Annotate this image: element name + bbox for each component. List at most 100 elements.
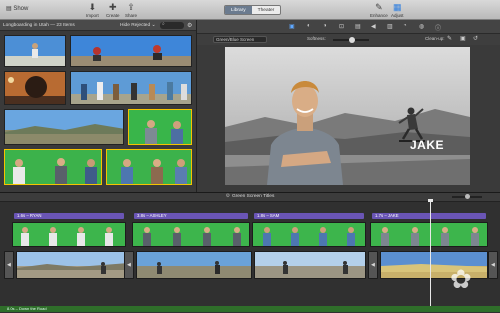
cleanup-label: Clean-up:: [425, 36, 445, 41]
gear-icon[interactable]: ⚙: [226, 194, 230, 199]
event-title: Longboarding in Utah — 23 Items: [3, 23, 75, 28]
browser-header: Longboarding in Utah — 23 Items Hide Rej…: [0, 20, 196, 31]
title-clip-label: 1.6s – RYAN: [17, 213, 42, 218]
overlay-clip-frames: [133, 223, 249, 246]
watermark-logo: ✿: [450, 264, 472, 294]
music-track[interactable]: 8.0s – Down the Road: [0, 306, 500, 312]
softness-slider-knob[interactable]: [349, 37, 355, 43]
clip-thumbnail-selected[interactable]: [128, 109, 192, 145]
tab-theater[interactable]: Theater: [251, 6, 281, 14]
title-clip[interactable]: 1.7s – JAKE: [372, 213, 486, 219]
clip-thumbnail[interactable]: [70, 71, 192, 105]
video-overlay-icon[interactable]: ▣: [289, 23, 295, 30]
clip-image: [5, 36, 65, 66]
import-label: Import: [86, 13, 99, 18]
video-clip[interactable]: [16, 251, 128, 279]
overlay-clip[interactable]: [132, 222, 250, 247]
clip-image: [107, 150, 191, 184]
video-preview[interactable]: JAKE: [225, 47, 470, 185]
playhead[interactable]: [428, 199, 433, 309]
clip-thumbnail[interactable]: [70, 35, 192, 67]
stabilization-icon[interactable]: ▤: [355, 23, 361, 30]
transition-marker[interactable]: ◀: [4, 251, 14, 279]
timeline: ⚙ Green Screen Titles 1.6s – RYAN 3.8s – …: [0, 192, 500, 313]
color-correction-icon[interactable]: ◑: [323, 23, 327, 29]
library-theater-switch: Library Theater: [224, 5, 282, 15]
crop-frame-icon[interactable]: ▣: [460, 35, 466, 42]
title-clip[interactable]: 1.6s – RYAN: [14, 213, 124, 219]
enhance-label: Enhance: [370, 13, 388, 18]
import-icon: ⬇: [88, 2, 97, 12]
reset-icon[interactable]: ↺: [473, 35, 478, 42]
softness-label: Softness:: [307, 36, 326, 41]
info-icon[interactable]: ⓘ: [435, 23, 441, 32]
eraser-icon[interactable]: ✎: [447, 35, 452, 42]
transition-marker[interactable]: ◀: [124, 251, 134, 279]
video-clip-frames: [381, 252, 487, 278]
title-caption: JAKE: [410, 138, 445, 152]
video-clip[interactable]: [136, 251, 252, 279]
title-clip-label: 1.7s – JAKE: [375, 213, 399, 218]
create-button[interactable]: ✚ Create: [106, 2, 120, 18]
overlay-clip-frames: [13, 223, 125, 246]
transition-icon: ◀: [127, 262, 131, 268]
show-button[interactable]: ▤ Show: [6, 5, 28, 12]
title-clip-label: 3.8s – ASHLEY: [137, 213, 167, 218]
viewer: ▣ ◐ ◑ ⊡ ▤ ◀ ▥ ◔ ◍ ⓘ Green/Blue Screen So…: [196, 20, 500, 192]
transition-icon: ◀: [371, 262, 375, 268]
clip-image: [71, 72, 191, 104]
tab-library[interactable]: Library: [225, 6, 252, 14]
overlay-clip[interactable]: [12, 222, 126, 247]
adjustments-bar: ▣ ◐ ◑ ⊡ ▤ ◀ ▥ ◔ ◍ ⓘ: [197, 20, 500, 34]
clip-thumbnail-selected[interactable]: [106, 149, 192, 185]
transition-marker[interactable]: ◀: [488, 251, 498, 279]
timeline-header: ⚙ Green Screen Titles: [0, 193, 500, 202]
create-icon: ✚: [108, 2, 117, 12]
speed-icon[interactable]: ◔: [403, 23, 407, 29]
overlay-clip[interactable]: [252, 222, 366, 247]
adjust-button[interactable]: ▦ Adjust: [391, 2, 404, 18]
create-label: Create: [106, 13, 120, 18]
project-title: Green Screen Titles: [231, 194, 275, 199]
search-field[interactable]: ⌕: [160, 21, 184, 29]
show-icon: ▤ Show: [6, 6, 29, 12]
adjust-label: Adjust: [391, 13, 404, 18]
clip-filter-icon[interactable]: ◍: [419, 23, 424, 30]
import-button[interactable]: ⬇ Import: [86, 2, 99, 18]
zoom-slider-knob[interactable]: [465, 194, 470, 199]
transition-marker[interactable]: ◀: [368, 251, 378, 279]
crop-icon[interactable]: ⊡: [339, 23, 344, 30]
title-clip[interactable]: 1.8s – SAM: [254, 213, 364, 219]
clip-image: [5, 110, 123, 144]
clip-thumbnail[interactable]: [4, 71, 66, 105]
share-label: Share: [125, 13, 138, 18]
enhance-icon: ✎: [375, 2, 383, 12]
video-clip-frames: [137, 252, 251, 278]
enhance-button[interactable]: ✎ Enhance: [370, 2, 388, 18]
overlay-clip-frames: [253, 223, 365, 246]
music-track-label: 8.0s – Down the Road: [7, 306, 47, 311]
search-icon: ⌕: [162, 21, 165, 27]
clip-thumbnail-selected[interactable]: [4, 149, 102, 185]
overlay-controls: Green/Blue Screen Softness: Clean-up: ✎ …: [197, 34, 500, 45]
share-button[interactable]: ⇪ Share: [125, 2, 137, 18]
video-clip[interactable]: [254, 251, 366, 279]
clip-thumbnail[interactable]: [4, 35, 66, 67]
overlay-type-select[interactable]: Green/Blue Screen: [213, 36, 267, 43]
title-clip[interactable]: 3.8s – ASHLEY: [134, 213, 248, 219]
overlay-clip[interactable]: [370, 222, 488, 247]
clip-image: [71, 36, 191, 66]
video-clip[interactable]: [380, 251, 488, 279]
hide-rejected-dropdown[interactable]: Hide Rejected ⌄: [120, 23, 155, 28]
clip-image: [5, 150, 101, 184]
clip-thumbnail[interactable]: [4, 109, 124, 145]
show-label: Show: [13, 6, 29, 12]
volume-icon[interactable]: ◀: [371, 23, 376, 30]
toolbar: ▤ Show ⬇ Import ✚ Create ⇪ Share Library…: [0, 0, 500, 20]
clip-image: [129, 110, 191, 144]
color-balance-icon[interactable]: ◐: [307, 23, 311, 29]
noise-reduction-icon[interactable]: ▥: [387, 23, 393, 30]
gear-icon[interactable]: ⚙: [187, 22, 192, 29]
event-browser: Longboarding in Utah — 23 Items Hide Rej…: [0, 20, 196, 192]
video-clip-frames: [255, 252, 365, 278]
